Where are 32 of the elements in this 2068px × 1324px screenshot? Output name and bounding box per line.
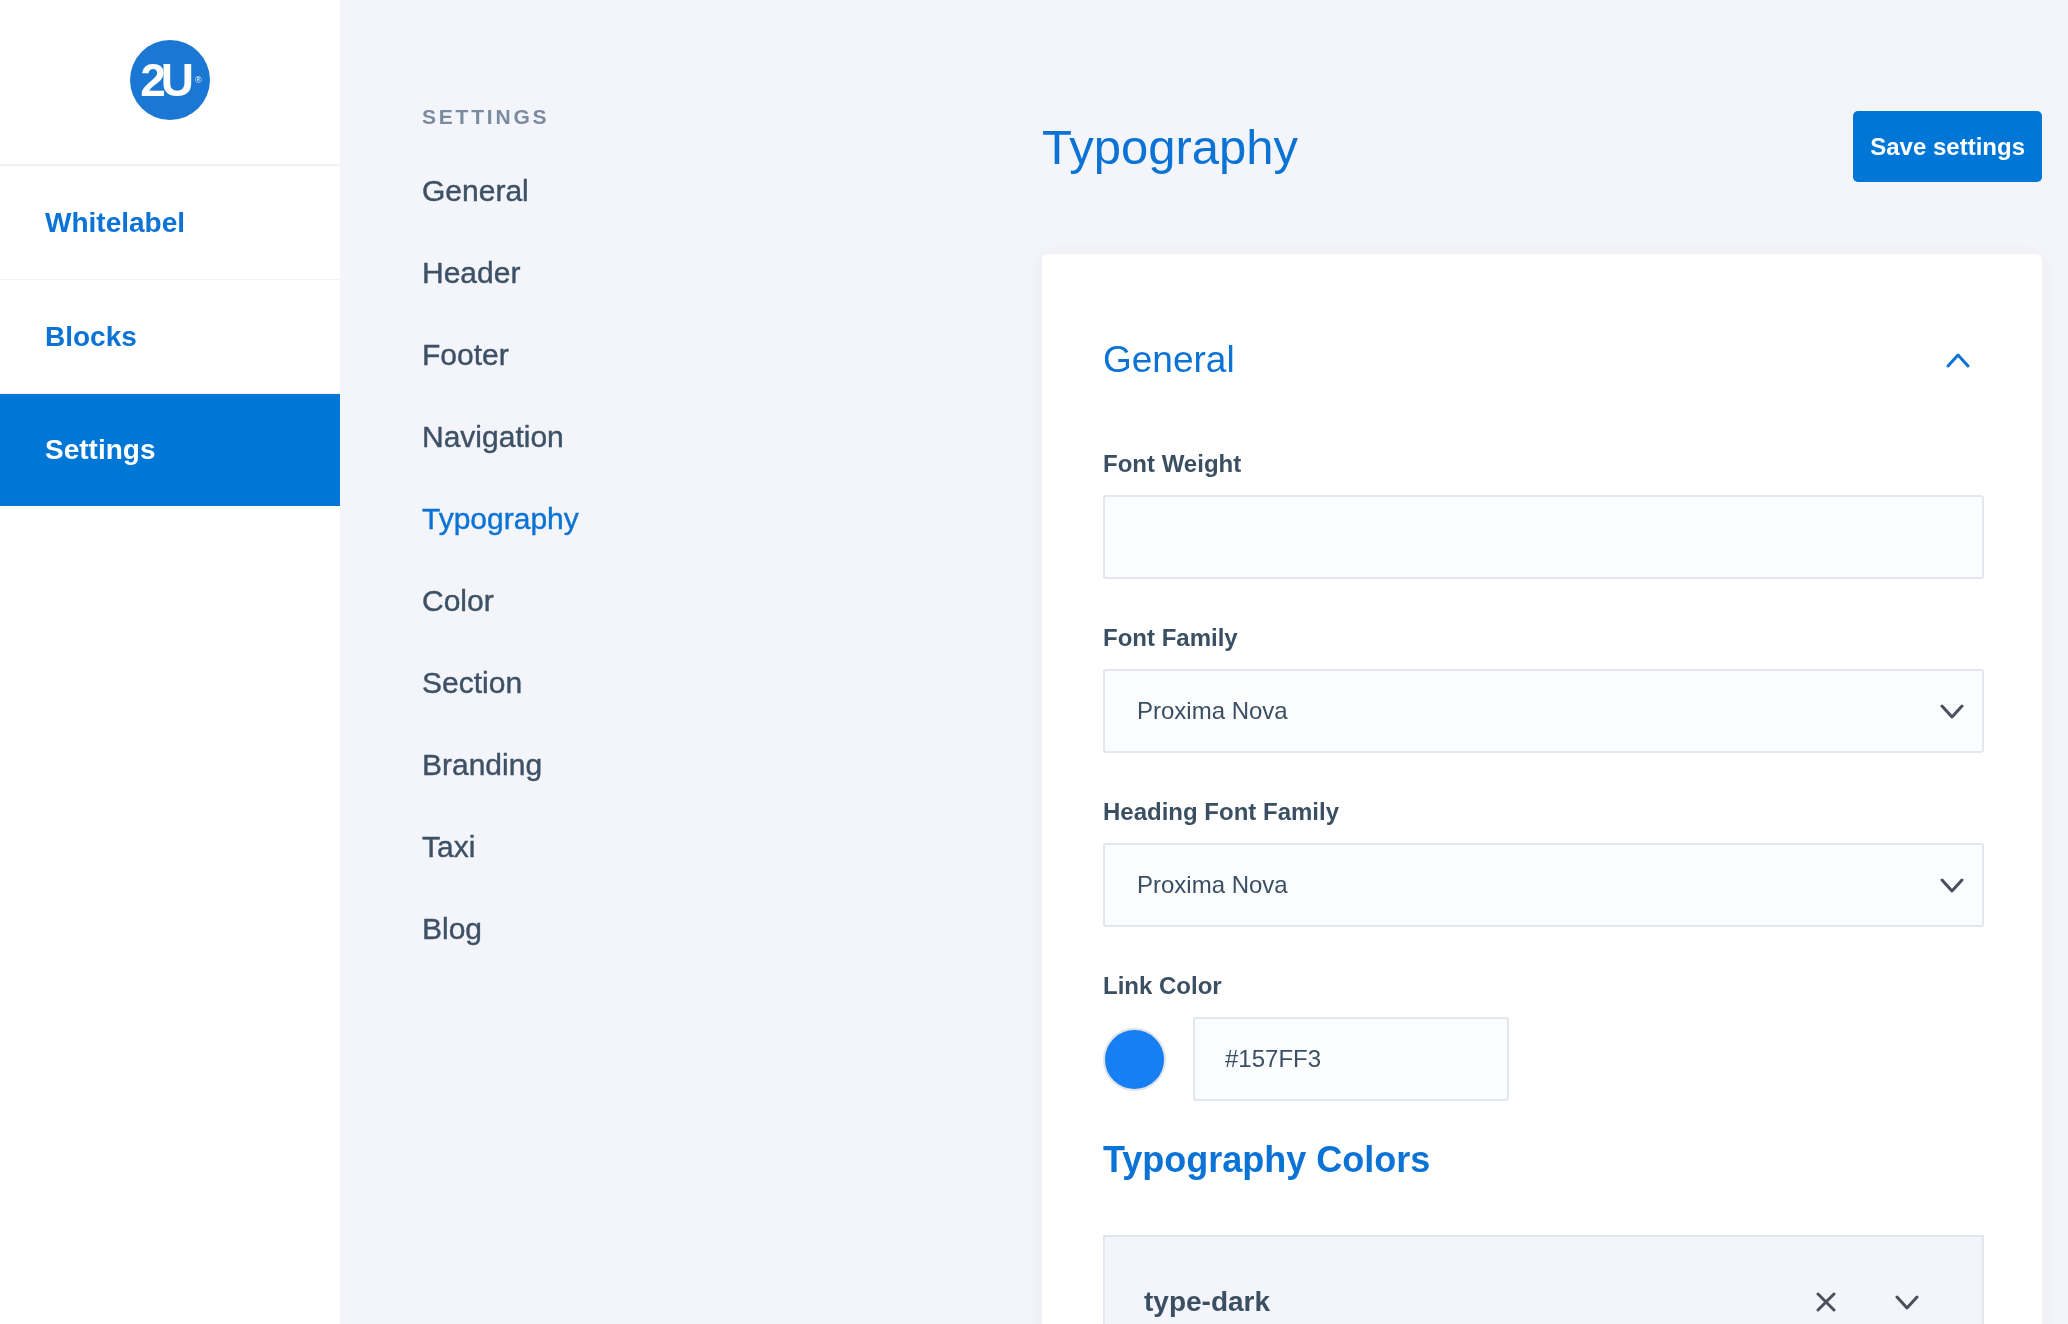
item-name: type-dark xyxy=(1144,1285,1271,1319)
sidebar-item[interactable]: Whitelabel xyxy=(0,166,340,280)
chevron-down-icon[interactable] xyxy=(1940,703,1964,719)
chevron-down-icon[interactable] xyxy=(1895,1294,1919,1310)
nav-link[interactable]: Color xyxy=(422,560,494,642)
section-title: General xyxy=(1103,338,1235,382)
nav-link[interactable]: Section xyxy=(422,642,523,724)
logo: 2U$^{®}$ xyxy=(130,40,210,120)
nav-link[interactable]: Typography xyxy=(422,478,579,560)
nav-link[interactable]: Taxi xyxy=(422,806,476,888)
field-label: Font Weight xyxy=(1103,449,1242,479)
close-icon[interactable] xyxy=(1816,1292,1836,1312)
nav-link[interactable]: Branding xyxy=(422,724,543,806)
save-button[interactable]: Save settings xyxy=(1853,111,2042,182)
nav-link[interactable]: Blog xyxy=(422,888,483,970)
subsection-title: Typography Colors xyxy=(1103,1138,1431,1182)
nav-heading: SETTINGS xyxy=(422,104,550,130)
field-label: Link Color xyxy=(1103,971,1222,1001)
field-label: Font Family xyxy=(1103,623,1238,653)
nav-link[interactable]: Footer xyxy=(422,314,509,396)
page-title: Typography xyxy=(1042,118,1299,176)
chevron-up-icon[interactable] xyxy=(1946,352,1970,368)
dropdown[interactable]: Proxima Nova xyxy=(1103,669,1984,753)
sidebar-item[interactable]: Settings xyxy=(0,394,340,506)
color-input[interactable]: #157FF3 xyxy=(1193,1017,1509,1101)
dropdown[interactable]: Proxima Nova xyxy=(1103,843,1984,927)
nav-link[interactable]: General xyxy=(422,150,529,232)
nav-link[interactable]: Header xyxy=(422,232,521,314)
chevron-down-icon[interactable] xyxy=(1940,877,1964,893)
nav-link[interactable]: Navigation xyxy=(422,396,564,478)
input-field[interactable] xyxy=(1103,495,1984,579)
field-label: Heading Font Family xyxy=(1103,797,1339,827)
